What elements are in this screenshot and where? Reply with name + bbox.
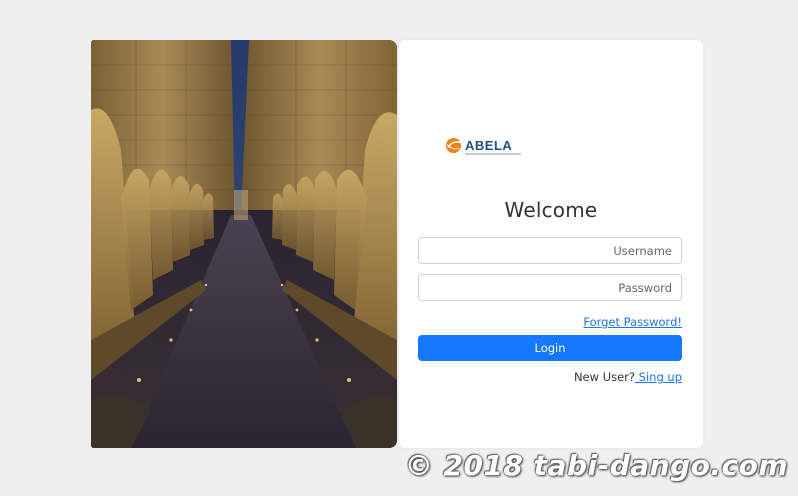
logo-tagline — [465, 153, 521, 155]
brand-logo: ABELA — [445, 137, 521, 155]
signup-link[interactable]: Sing up — [635, 370, 682, 384]
forgot-password-link[interactable]: Forget Password! — [583, 315, 682, 329]
password-input[interactable] — [418, 274, 682, 301]
page-title: Welcome — [504, 198, 598, 222]
new-user-text: New User? — [573, 370, 636, 384]
login-button[interactable]: Login — [418, 335, 682, 361]
username-input[interactable] — [418, 237, 682, 264]
logo-text: ABELA — [465, 138, 513, 153]
copyright-watermark: © 2018 tabi-dango.com — [404, 449, 788, 482]
hero-image — [91, 40, 397, 448]
login-card: ABELA Welcome Forget Password! Login New… — [399, 40, 703, 448]
new-user-prompt: New User? Sing up — [574, 370, 682, 384]
abela-logo-icon — [445, 137, 462, 154]
page: ABELA Welcome Forget Password! Login New… — [0, 0, 798, 496]
